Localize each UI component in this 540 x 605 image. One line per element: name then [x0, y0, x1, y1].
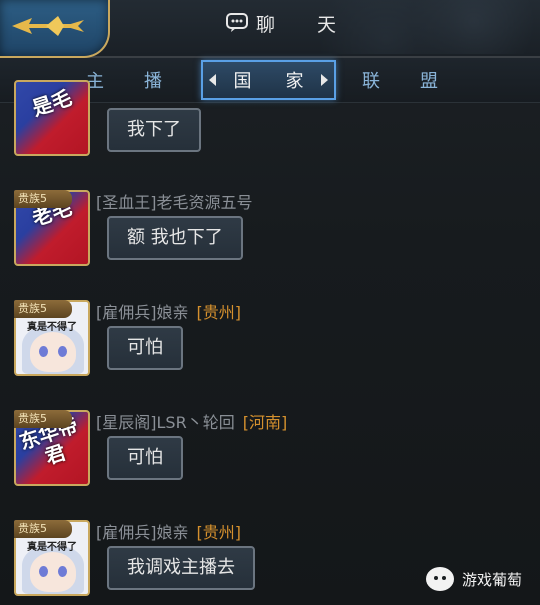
- noble-badge: 贵族5: [14, 410, 72, 428]
- avatar-text: 是毛: [29, 85, 75, 121]
- tab-left-arrow-icon: [209, 74, 216, 86]
- back-button[interactable]: [0, 0, 110, 58]
- avatar[interactable]: 是毛: [14, 80, 90, 156]
- sender-line[interactable]: [星辰阁]LSR丶轮回 [河南]: [96, 412, 287, 434]
- tab-alliance[interactable]: 联盟: [330, 60, 470, 100]
- message-bubble[interactable]: 我下了: [107, 108, 201, 152]
- sender-name: LSR丶轮回: [156, 413, 235, 432]
- sender-guild: [雇佣兵]: [96, 523, 157, 542]
- winged-arrow-icon: [12, 16, 84, 36]
- sender-name: 老毛资源五号: [156, 193, 253, 212]
- chat-bubble-icon: [226, 13, 248, 32]
- avatar-eye: [58, 566, 67, 577]
- sender-guild: [星辰阁]: [96, 413, 157, 432]
- avatar-eye: [39, 566, 48, 577]
- message-bubble[interactable]: 可怕: [107, 436, 183, 480]
- noble-badge: 贵族5: [14, 300, 72, 318]
- avatar-face: [30, 552, 76, 592]
- noble-badge: 贵族5: [14, 190, 72, 208]
- watermark: 游戏葡萄: [425, 567, 522, 591]
- sender-guild: [雇佣兵]: [96, 303, 157, 322]
- sender-guild: [圣血王]: [96, 193, 157, 212]
- avatar-eye: [39, 346, 48, 357]
- sender-region: [贵州]: [196, 303, 242, 322]
- tab-nation[interactable]: 国家: [201, 60, 336, 100]
- watermark-text: 游戏葡萄: [461, 570, 522, 589]
- noble-badge: 贵族5: [14, 520, 72, 538]
- message-bubble[interactable]: 我调戏主播去: [107, 546, 255, 590]
- message-bubble[interactable]: 额 我也下了: [107, 216, 243, 260]
- avatar-face: [30, 332, 76, 372]
- sender-name: 娘亲: [156, 303, 189, 322]
- chat-screen: 聊 天 主播 国家 联盟 是毛 我下了 老毛 贵族5 [圣血王]老毛资源五号 额…: [0, 0, 540, 605]
- avatar-eye: [58, 346, 67, 357]
- page-title: 聊 天: [256, 13, 355, 36]
- sender-name: 娘亲: [156, 523, 189, 542]
- sender-region: [贵州]: [196, 523, 242, 542]
- sender-line[interactable]: [雇佣兵]娘亲 [贵州]: [96, 522, 241, 544]
- sender-region: [河南]: [242, 413, 288, 432]
- sender-line[interactable]: [雇佣兵]娘亲 [贵州]: [96, 302, 241, 324]
- message-bubble[interactable]: 可怕: [107, 326, 183, 370]
- header-title-group: 聊 天: [226, 10, 354, 36]
- header-bar: 聊 天: [0, 0, 540, 58]
- avatar-caption: 真是不得了: [27, 542, 77, 553]
- tab-nation-label: 国家: [233, 71, 338, 92]
- wechat-icon: [425, 567, 454, 591]
- avatar-caption: 真是不得了: [27, 322, 77, 333]
- sender-line[interactable]: [圣血王]老毛资源五号: [96, 192, 253, 214]
